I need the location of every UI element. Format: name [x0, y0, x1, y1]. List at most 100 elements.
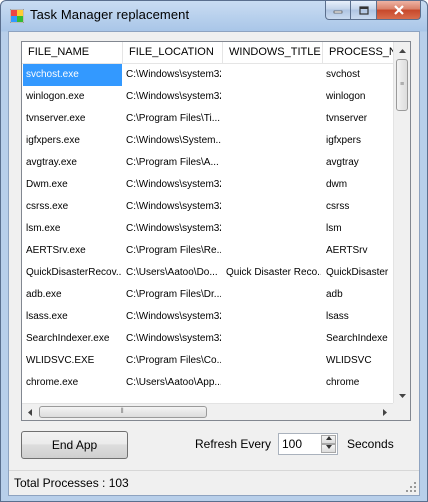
table-row[interactable]: svchost.exe C:\Windows\system32 svchost [22, 64, 393, 86]
table-row[interactable]: chrome.exeC:\Users\Aatoo\App... chrome [22, 394, 393, 399]
cell-file-location[interactable]: C:\Windows\system32 [123, 64, 221, 86]
resize-grip-icon[interactable] [405, 481, 417, 493]
cell-windows-title[interactable] [223, 64, 321, 86]
cell-file-location[interactable]: C:\Windows\system32 [123, 174, 221, 196]
column-header-file-name[interactable]: FILE_NAME [22, 42, 123, 63]
horizontal-scroll-thumb[interactable]: ⦀ [39, 406, 207, 418]
cell-process-name[interactable]: chrome [323, 394, 391, 399]
refresh-interval-stepper[interactable]: 100 [278, 433, 338, 455]
cell-file-location[interactable]: C:\Windows\system32 [123, 86, 221, 108]
table-row[interactable]: QuickDisasterRecov... C:\Users\Aatoo\Do..… [22, 262, 393, 284]
vertical-scrollbar[interactable]: ≡ [393, 42, 410, 404]
cell-windows-title[interactable] [223, 240, 321, 262]
table-row[interactable]: lsm.exe C:\Windows\system32 lsm [22, 218, 393, 240]
cell-file-location[interactable]: C:\Windows\System... [123, 130, 221, 152]
cell-file-location[interactable]: C:\Windows\system32 [123, 218, 221, 240]
column-header-process-name[interactable]: PROCESS_N [323, 42, 393, 63]
cell-process-name[interactable]: lsass [323, 306, 391, 328]
cell-windows-title[interactable] [223, 394, 321, 399]
cell-process-name[interactable]: QuickDisaster [323, 262, 391, 284]
cell-file-name[interactable]: lsass.exe [23, 306, 122, 328]
cell-file-name[interactable]: winlogon.exe [23, 86, 122, 108]
cell-file-location[interactable]: C:\Users\Aatoo\App... [123, 372, 221, 394]
minimize-button[interactable] [325, 1, 351, 20]
cell-file-location[interactable]: C:\Program Files\Co... [123, 350, 221, 372]
cell-windows-title[interactable] [223, 130, 321, 152]
cell-process-name[interactable]: winlogon [323, 86, 391, 108]
column-header-file-location[interactable]: FILE_LOCATION [123, 42, 223, 63]
cell-file-name[interactable]: SearchIndexer.exe [23, 328, 122, 350]
table-row[interactable]: SearchIndexer.exe C:\Windows\system32 Sear… [22, 328, 393, 350]
cell-process-name[interactable]: adb [323, 284, 391, 306]
cell-file-name[interactable]: WLIDSVC.EXE [23, 350, 122, 372]
cell-file-location[interactable]: C:\Windows\system32 [123, 328, 221, 350]
table-row[interactable]: csrss.exe C:\Windows\system32 csrss [22, 196, 393, 218]
scroll-left-button[interactable] [22, 404, 38, 420]
cell-file-name[interactable]: chrome.exe [23, 372, 122, 394]
cell-file-name[interactable]: chrome.exe [23, 394, 122, 399]
stepper-up-button[interactable] [321, 435, 336, 444]
table-row[interactable]: tvnserver.exe C:\Program Files\Ti... tvnse… [22, 108, 393, 130]
close-button[interactable] [377, 1, 421, 20]
refresh-interval-value[interactable]: 100 [282, 437, 302, 451]
table-row[interactable]: AERTSrv.exe C:\Program Files\Re... AERTSrv [22, 240, 393, 262]
column-header-windows-title[interactable]: WINDOWS_TITLE [223, 42, 323, 63]
stepper-down-button[interactable] [321, 444, 336, 453]
cell-windows-title[interactable] [223, 372, 321, 394]
cell-file-name[interactable]: igfxpers.exe [23, 130, 122, 152]
cell-process-name[interactable]: lsm [323, 218, 391, 240]
cell-file-location[interactable]: C:\Windows\system32 [123, 306, 221, 328]
table-row[interactable]: lsass.exe C:\Windows\system32 lsass [22, 306, 393, 328]
cell-windows-title[interactable] [223, 108, 321, 130]
cell-file-location[interactable]: C:\Program Files\Dr... [123, 284, 221, 306]
cell-file-name[interactable]: adb.exe [23, 284, 122, 306]
maximize-button[interactable] [351, 1, 377, 20]
cell-file-location[interactable]: C:\Program Files\Re... [123, 240, 221, 262]
scroll-right-button[interactable] [377, 404, 393, 420]
cell-file-location[interactable]: C:\Users\Aatoo\App... [123, 394, 221, 399]
cell-windows-title[interactable] [223, 328, 321, 350]
vertical-scroll-thumb[interactable]: ≡ [396, 59, 408, 111]
cell-file-location[interactable]: C:\Program Files\A... [123, 152, 221, 174]
cell-file-name[interactable]: tvnserver.exe [23, 108, 122, 130]
cell-windows-title[interactable] [223, 152, 321, 174]
cell-windows-title[interactable] [223, 284, 321, 306]
cell-file-name[interactable]: csrss.exe [23, 196, 122, 218]
cell-file-name[interactable]: AERTSrv.exe [23, 240, 122, 262]
cell-process-name[interactable]: tvnserver [323, 108, 391, 130]
table-row[interactable]: adb.exe C:\Program Files\Dr... adb [22, 284, 393, 306]
table-row[interactable]: avgtray.exe C:\Program Files\A... avgtray [22, 152, 393, 174]
cell-process-name[interactable]: svchost [323, 64, 391, 86]
cell-process-name[interactable]: dwm [323, 174, 391, 196]
end-app-button[interactable]: End App [21, 431, 128, 459]
table-row[interactable]: WLIDSVC.EXE C:\Program Files\Co... WLIDSVC [22, 350, 393, 372]
cell-process-name[interactable]: WLIDSVC [323, 350, 391, 372]
horizontal-scrollbar[interactable]: ⦀ [22, 403, 393, 420]
table-row[interactable]: Dwm.exe C:\Windows\system32 dwm [22, 174, 393, 196]
cell-windows-title[interactable] [223, 196, 321, 218]
cell-file-name[interactable]: svchost.exe [23, 64, 122, 86]
cell-process-name[interactable]: SearchIndexe [323, 328, 391, 350]
table-row[interactable]: winlogon.exe C:\Windows\system32 winlogon [22, 86, 393, 108]
table-row[interactable]: igfxpers.exe C:\Windows\System... igfxpers [22, 130, 393, 152]
cell-file-name[interactable]: Dwm.exe [23, 174, 122, 196]
cell-process-name[interactable]: chrome [323, 372, 391, 394]
process-grid[interactable]: FILE_NAME FILE_LOCATION WINDOWS_TITLE PR… [21, 41, 411, 421]
cell-file-name[interactable]: lsm.exe [23, 218, 122, 240]
cell-file-location[interactable]: C:\Program Files\Ti... [123, 108, 221, 130]
cell-windows-title[interactable] [223, 306, 321, 328]
cell-process-name[interactable]: avgtray [323, 152, 391, 174]
scroll-down-button[interactable] [394, 387, 410, 404]
title-bar[interactable]: Task Manager replacement [1, 1, 427, 31]
cell-windows-title[interactable] [223, 86, 321, 108]
cell-file-name[interactable]: avgtray.exe [23, 152, 122, 174]
cell-file-location[interactable]: C:\Users\Aatoo\Do... [123, 262, 221, 284]
cell-process-name[interactable]: csrss [323, 196, 391, 218]
cell-process-name[interactable]: igfxpers [323, 130, 391, 152]
cell-file-location[interactable]: C:\Windows\system32 [123, 196, 221, 218]
cell-windows-title[interactable] [223, 218, 321, 240]
cell-windows-title[interactable] [223, 174, 321, 196]
table-row[interactable]: chrome.exeC:\Users\Aatoo\App... chrome [22, 372, 393, 394]
cell-windows-title[interactable]: Quick Disaster Reco... [223, 262, 321, 284]
cell-file-name[interactable]: QuickDisasterRecov... [23, 262, 122, 284]
